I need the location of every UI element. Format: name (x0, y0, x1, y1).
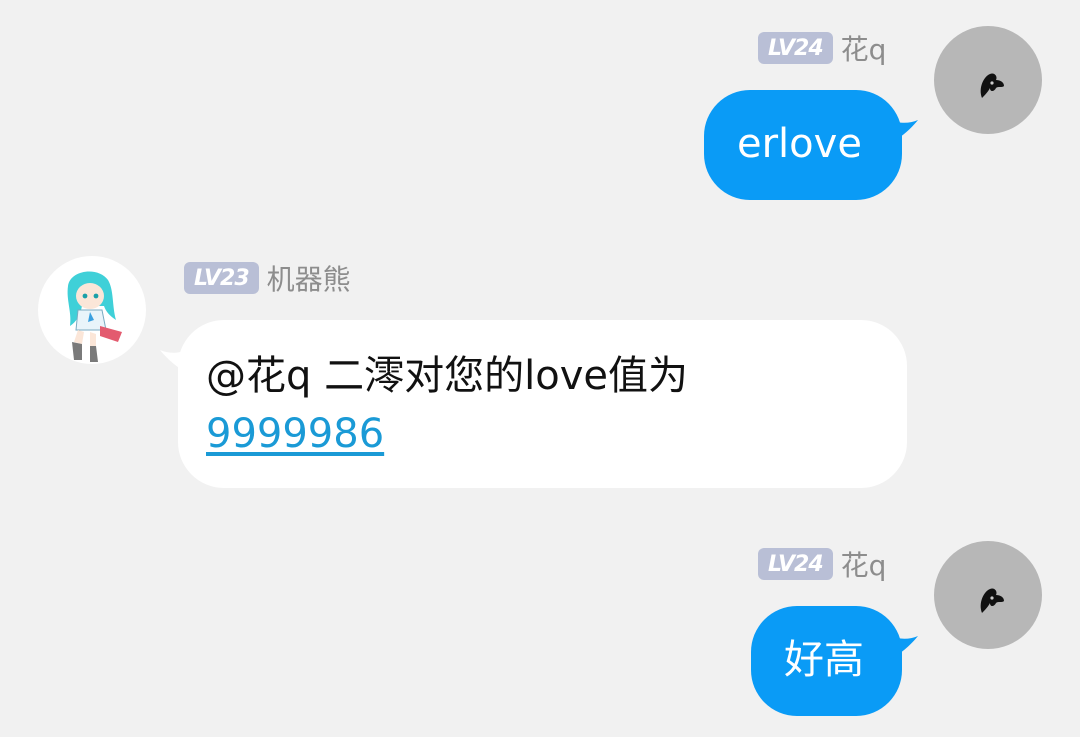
bubble-tail (888, 118, 918, 144)
message-row: LV23 机器熊 @花q 二澪对您的love值为 9999986 (0, 240, 1080, 510)
level-badge: LV24 (758, 32, 833, 64)
anime-girl-avatar (67, 271, 122, 362)
message-bubble[interactable]: erlove (704, 90, 902, 200)
moth-silhouette-icon (980, 588, 1004, 613)
bubble-tail (888, 634, 918, 660)
value-link[interactable]: 9999986 (206, 411, 384, 457)
sender-name[interactable]: 机器熊 (267, 258, 351, 298)
sender-name[interactable]: 花q (841, 28, 887, 68)
avatar[interactable] (934, 541, 1042, 649)
sender-meta: LV23 机器熊 (184, 260, 351, 296)
sender-meta: LV24 花q (758, 30, 886, 66)
sender-name[interactable]: 花q (841, 544, 887, 584)
message-text: 好高 (784, 637, 864, 683)
message-text: erlove (737, 121, 862, 167)
moth-silhouette-icon (980, 73, 1004, 98)
message-text: @花q 二澪对您的love值为 (206, 353, 688, 399)
avatar[interactable] (934, 26, 1042, 134)
sender-meta: LV24 花q (758, 546, 886, 582)
level-badge: LV23 (184, 262, 259, 294)
message-bubble[interactable]: @花q 二澪对您的love值为 9999986 (178, 320, 907, 488)
message-row: LV24 花q erlove (0, 0, 1080, 220)
level-badge: LV24 (758, 548, 833, 580)
message-row: LV24 花q 好高 (0, 530, 1080, 737)
avatar[interactable] (38, 256, 146, 364)
message-bubble[interactable]: 好高 (751, 606, 902, 716)
